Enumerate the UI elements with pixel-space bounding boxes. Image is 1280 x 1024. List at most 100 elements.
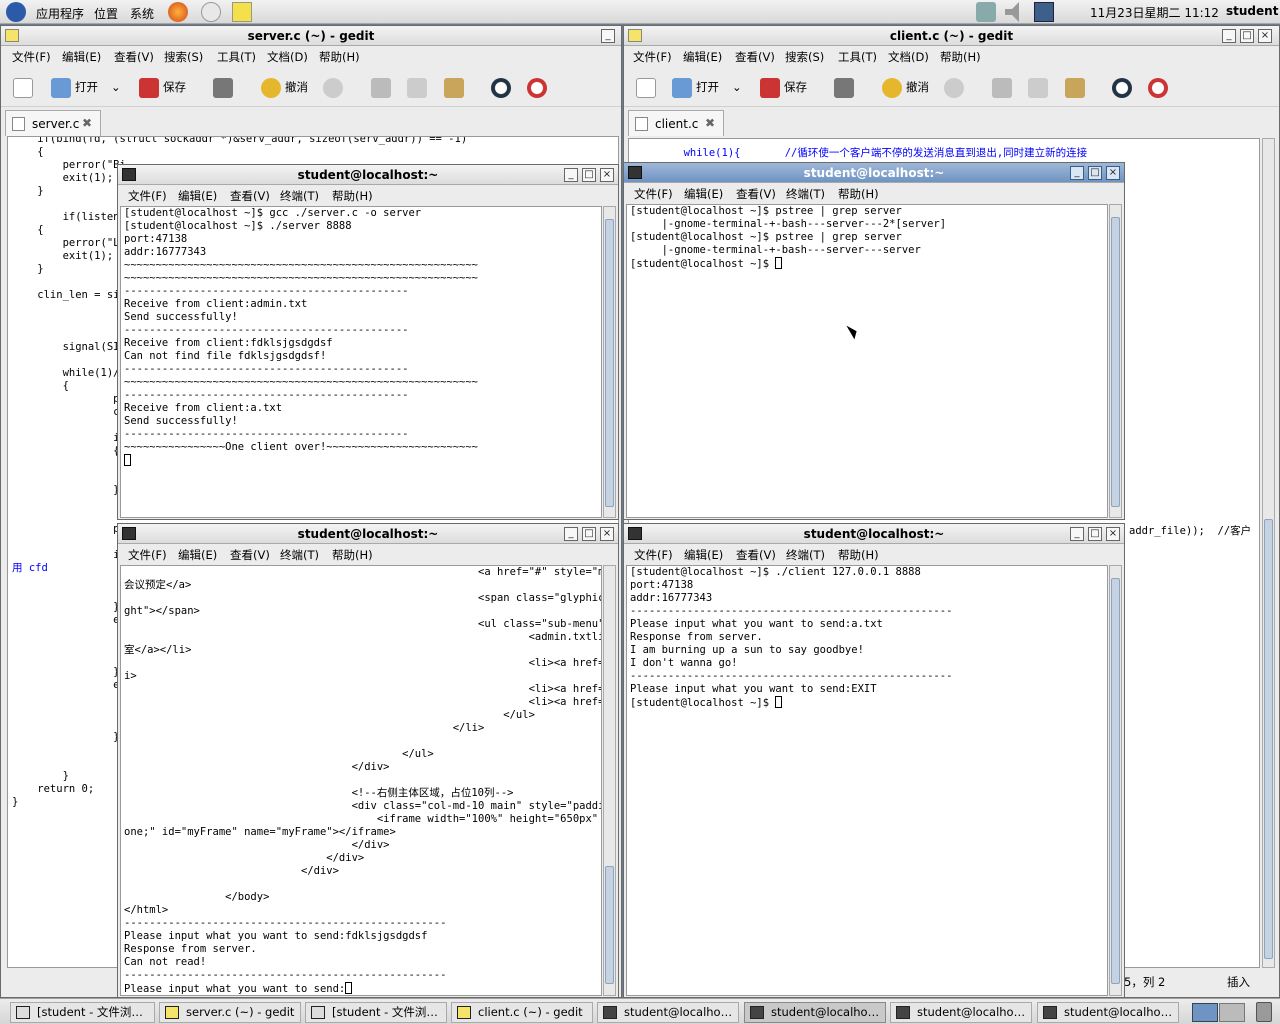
- taskbar-item[interactable]: student@localho…: [890, 1002, 1032, 1023]
- replace-button[interactable]: [1148, 75, 1172, 99]
- taskbar-item[interactable]: client.c (~) - gedit: [451, 1002, 593, 1023]
- menu-terminal[interactable]: 终端(T): [280, 188, 319, 204]
- redo-button[interactable]: [944, 75, 968, 99]
- menu-file[interactable]: 文件(F): [128, 188, 167, 204]
- maximize-button[interactable]: □: [1088, 166, 1102, 180]
- close-button[interactable]: ×: [600, 527, 614, 541]
- volume-icon[interactable]: [1005, 2, 1019, 22]
- undo-button[interactable]: 撤消: [882, 75, 929, 99]
- maximize-button[interactable]: □: [1240, 29, 1254, 43]
- open-button[interactable]: 打开: [672, 75, 719, 99]
- clock[interactable]: 11月23日星期二 11:12: [1090, 4, 1219, 21]
- title-bar[interactable]: student@localhost:~ _ □ ×: [624, 163, 1124, 183]
- menu-system[interactable]: 系统: [130, 5, 154, 22]
- maximize-button[interactable]: □: [582, 168, 596, 182]
- scroll-thumb[interactable]: [1264, 519, 1273, 959]
- menu-view[interactable]: 查看(V): [230, 188, 270, 204]
- print-button[interactable]: [213, 75, 237, 99]
- taskbar-item[interactable]: student@localho…: [597, 1002, 739, 1023]
- menu-help[interactable]: 帮助(H): [838, 547, 879, 563]
- maximize-button[interactable]: □: [1088, 527, 1102, 541]
- menu-terminal[interactable]: 终端(T): [280, 547, 319, 563]
- copy-button[interactable]: [1028, 75, 1052, 99]
- notes-icon[interactable]: [232, 2, 252, 22]
- close-button[interactable]: ×: [1258, 29, 1272, 43]
- fedora-logo-icon[interactable]: [6, 2, 26, 22]
- taskbar-item[interactable]: [student - 文件浏…: [10, 1002, 155, 1023]
- scroll-thumb[interactable]: [1111, 578, 1120, 984]
- menu-view[interactable]: 查看(V): [735, 49, 775, 65]
- print-button[interactable]: [834, 75, 858, 99]
- menu-view[interactable]: 查看(V): [230, 547, 270, 563]
- tab-client-c[interactable]: client.c ✖: [628, 110, 724, 136]
- close-icon[interactable]: ✖: [82, 116, 92, 130]
- menu-places[interactable]: 位置: [94, 5, 118, 22]
- open-button[interactable]: 打开: [51, 75, 98, 99]
- find-button[interactable]: [491, 75, 515, 99]
- menu-view[interactable]: 查看(V): [736, 547, 776, 563]
- minimize-button[interactable]: _: [564, 168, 578, 182]
- minimize-button[interactable]: _: [1070, 166, 1084, 180]
- menu-tools[interactable]: 工具(T): [217, 49, 256, 65]
- terminal-output[interactable]: [student@localhost ~]$ gcc ./server.c -o…: [120, 206, 602, 518]
- menu-view[interactable]: 查看(V): [114, 49, 154, 65]
- open-recent-dropdown[interactable]: ⌄: [111, 75, 121, 99]
- trash-icon[interactable]: [1256, 1002, 1272, 1022]
- maximize-button[interactable]: □: [582, 527, 596, 541]
- new-button[interactable]: [13, 75, 37, 99]
- menu-help[interactable]: 帮助(H): [332, 188, 373, 204]
- menu-edit[interactable]: 编辑(E): [62, 49, 101, 65]
- scroll-thumb[interactable]: [605, 866, 614, 984]
- menu-edit[interactable]: 编辑(E): [684, 186, 723, 202]
- terminal-scrollbar[interactable]: [1109, 204, 1122, 518]
- menu-search[interactable]: 搜索(S): [785, 49, 824, 65]
- terminal-output[interactable]: [student@localhost ~]$ ./client 127.0.0.…: [626, 565, 1108, 996]
- menu-terminal[interactable]: 终端(T): [786, 186, 825, 202]
- copy-button[interactable]: [407, 75, 431, 99]
- close-icon[interactable]: ✖: [705, 116, 715, 130]
- minimize-button[interactable]: _: [564, 527, 578, 541]
- menu-file[interactable]: 文件(F): [634, 547, 673, 563]
- client-editor-scrollbar[interactable]: [1262, 138, 1275, 968]
- menu-help[interactable]: 帮助(H): [332, 547, 373, 563]
- find-button[interactable]: [1112, 75, 1136, 99]
- paste-button[interactable]: [444, 75, 468, 99]
- title-bar[interactable]: student@localhost:~ _ □ ×: [118, 165, 618, 185]
- new-button[interactable]: [636, 75, 660, 99]
- scroll-thumb[interactable]: [1111, 217, 1120, 507]
- menu-edit[interactable]: 编辑(E): [684, 547, 723, 563]
- network-icon[interactable]: [976, 2, 996, 22]
- menu-search[interactable]: 搜索(S): [164, 49, 203, 65]
- minimize-button[interactable]: _: [1222, 29, 1236, 43]
- display-icon[interactable]: [1034, 2, 1054, 22]
- mail-icon[interactable]: [201, 2, 221, 22]
- close-button[interactable]: ×: [600, 168, 614, 182]
- taskbar-item[interactable]: server.c (~) - gedit: [159, 1002, 301, 1023]
- menu-tools[interactable]: 工具(T): [838, 49, 877, 65]
- close-button[interactable]: ×: [1106, 527, 1120, 541]
- menu-view[interactable]: 查看(V): [736, 186, 776, 202]
- menu-terminal[interactable]: 终端(T): [786, 547, 825, 563]
- cut-button[interactable]: [371, 75, 395, 99]
- taskbar-item[interactable]: student@localho…: [1037, 1002, 1179, 1023]
- title-bar[interactable]: client.c (~) - gedit _ □ ×: [624, 26, 1279, 46]
- menu-documents[interactable]: 文档(D): [267, 49, 308, 65]
- replace-button[interactable]: [527, 75, 551, 99]
- terminal-output[interactable]: <a href="#" style="margin-right: 50px;">…: [120, 565, 602, 996]
- close-button[interactable]: ×: [1106, 166, 1120, 180]
- menu-help[interactable]: 帮助(H): [319, 49, 360, 65]
- menu-edit[interactable]: 编辑(E): [178, 547, 217, 563]
- taskbar-item[interactable]: [student - 文件浏…: [305, 1002, 447, 1023]
- terminal-scrollbar[interactable]: [1109, 565, 1122, 996]
- menu-file[interactable]: 文件(F): [633, 49, 672, 65]
- menu-help[interactable]: 帮助(H): [838, 186, 879, 202]
- redo-button[interactable]: [323, 75, 347, 99]
- menu-documents[interactable]: 文档(D): [888, 49, 929, 65]
- firefox-icon[interactable]: [168, 2, 188, 22]
- menu-applications[interactable]: 应用程序: [36, 5, 84, 22]
- workspace-switcher-2[interactable]: [1219, 1003, 1245, 1022]
- cut-button[interactable]: [992, 75, 1016, 99]
- workspace-switcher-1[interactable]: [1192, 1003, 1218, 1022]
- menu-edit[interactable]: 编辑(E): [178, 188, 217, 204]
- minimize-button[interactable]: _: [601, 29, 615, 43]
